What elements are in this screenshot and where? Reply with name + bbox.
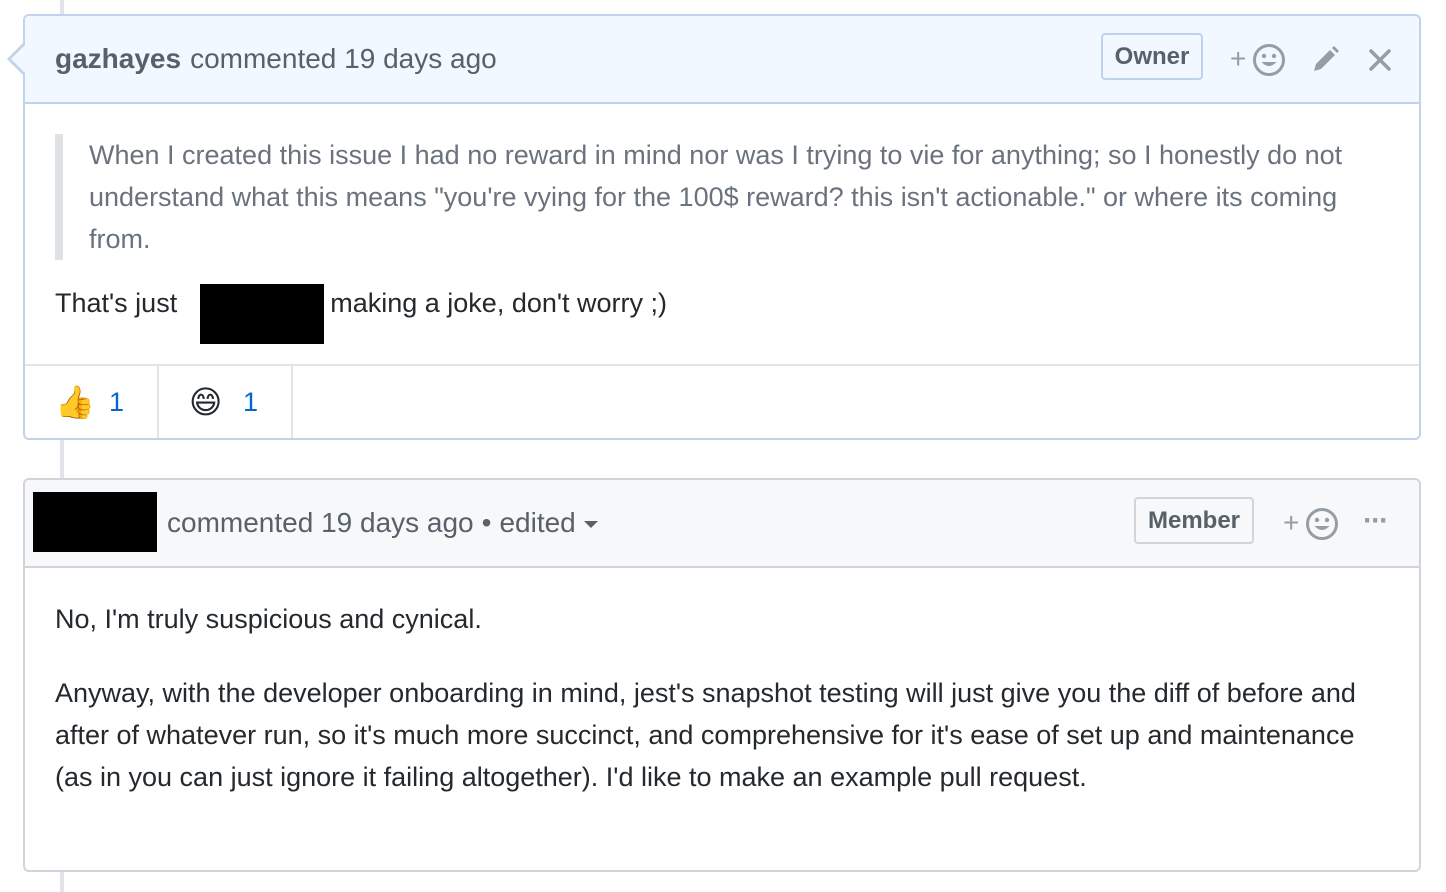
- owner-badge-label: Owner: [1114, 42, 1190, 70]
- owner-badge: Owner: [1101, 33, 1203, 80]
- caret-down-icon: [583, 521, 598, 529]
- reaction-smile[interactable]: 😄 1: [159, 366, 293, 438]
- reactions-bar: 👍 1 😄 1: [25, 364, 1419, 438]
- comment-gazhayes: gazhayes commented 19 days ago Owner + W…: [7, 14, 1421, 440]
- pencil-icon[interactable]: [1309, 44, 1341, 76]
- reaction-count: 1: [243, 386, 259, 417]
- redacted-mention: [200, 284, 324, 344]
- redacted-author: [33, 492, 157, 552]
- plus-label: +: [1283, 507, 1300, 538]
- reply-prefix: That's just: [55, 288, 178, 318]
- comment-paragraph: Anyway, with the developer onboarding in…: [55, 678, 1356, 792]
- smiley-icon: [1306, 508, 1338, 540]
- timeline-line: [60, 440, 64, 480]
- close-icon[interactable]: [1368, 48, 1392, 72]
- edited-dropdown[interactable]: edited: [499, 507, 598, 539]
- reaction-thumbs-up[interactable]: 👍 1: [25, 366, 159, 438]
- comment-paragraph: No, I'm truly suspicious and cynical.: [55, 604, 482, 634]
- plus-label: +: [1230, 43, 1247, 74]
- comment-timestamp[interactable]: commented 19 days ago: [167, 507, 474, 539]
- member-badge-label: Member: [1147, 506, 1241, 534]
- comment-body: No, I'm truly suspicious and cynical. An…: [25, 568, 1419, 798]
- comment-member: commented 19 days ago • edited Member + …: [23, 478, 1421, 872]
- comment-header: commented 19 days ago • edited Member + …: [25, 480, 1419, 568]
- meta-separator: •: [481, 507, 492, 538]
- quoted-text: When I created this issue I had no rewar…: [55, 134, 1389, 260]
- edited-label: edited: [499, 507, 576, 538]
- reaction-count: 1: [109, 386, 125, 417]
- comment-timestamp[interactable]: commented 19 days ago: [190, 43, 497, 75]
- add-reaction-button[interactable]: +: [1230, 42, 1286, 78]
- more-icon[interactable]: ···: [1363, 504, 1389, 538]
- timeline-line: [60, 872, 64, 892]
- comment-author[interactable]: gazhayes: [55, 43, 181, 75]
- thumbs-up-icon: 👍: [55, 384, 95, 420]
- add-reaction-button[interactable]: +: [1283, 506, 1339, 542]
- comment-arrow: [11, 44, 26, 74]
- reply-suffix: making a joke, don't worry ;): [330, 288, 668, 318]
- member-badge: Member: [1134, 497, 1254, 544]
- smile-icon: 😄: [189, 384, 223, 420]
- comment-header: gazhayes commented 19 days ago Owner +: [25, 16, 1419, 104]
- smiley-icon: [1253, 44, 1285, 76]
